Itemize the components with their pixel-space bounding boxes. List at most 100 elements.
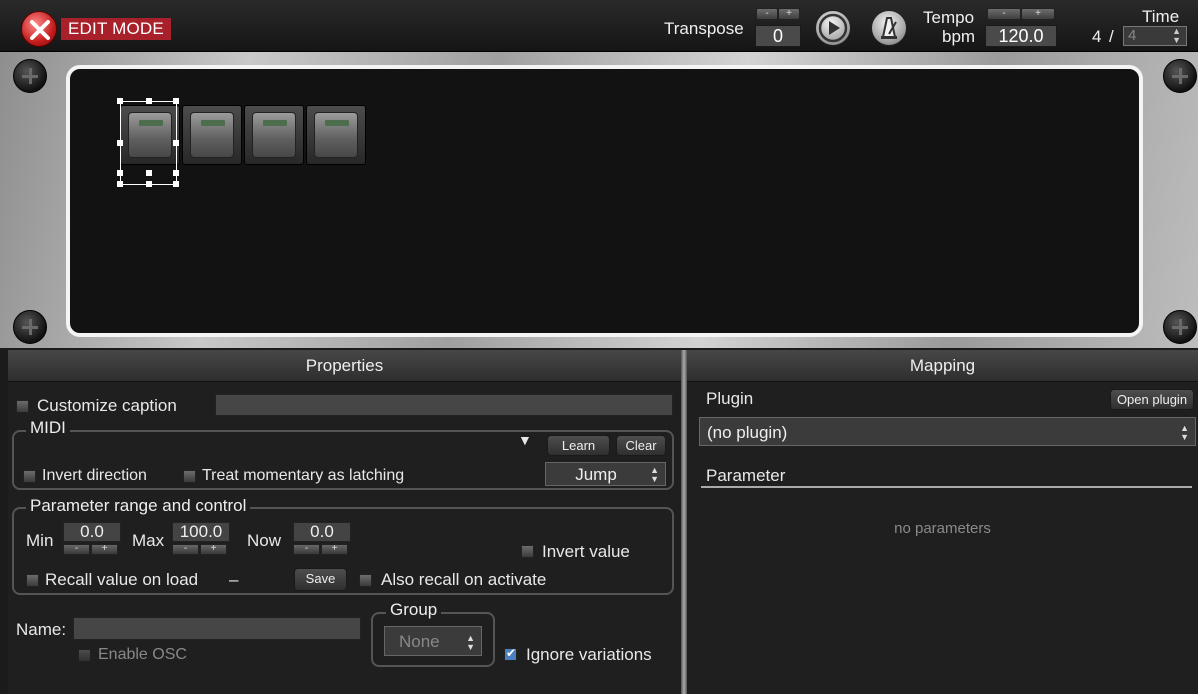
- select-arrows-icon: ▲ ▼: [650, 465, 659, 484]
- play-icon: [818, 13, 848, 43]
- tempo-value[interactable]: 120.0: [985, 25, 1057, 47]
- customize-caption-label: Customize caption: [37, 396, 177, 415]
- screw-icon: [1163, 59, 1197, 93]
- recall-value-dash: –: [229, 570, 239, 589]
- max-value-field[interactable]: 100.0: [172, 522, 230, 542]
- rack-area: [0, 52, 1198, 348]
- group-select[interactable]: None ▲ ▼: [384, 626, 482, 656]
- name-label: Name:: [16, 620, 67, 639]
- tools-icon[interactable]: [21, 11, 57, 47]
- resize-handle[interactable]: [173, 140, 179, 146]
- resize-handle[interactable]: [117, 170, 123, 176]
- invert-value-checkbox[interactable]: [521, 545, 534, 558]
- midi-mode-select[interactable]: Jump ▲ ▼: [545, 462, 666, 486]
- tempo-plus-button[interactable]: +: [1021, 8, 1055, 20]
- mapping-panel: Mapping Plugin Open plugin (no plugin) ▲…: [687, 350, 1198, 694]
- metronome-button[interactable]: [871, 10, 907, 46]
- midi-clear-button[interactable]: Clear: [616, 435, 666, 456]
- screw-icon: [13, 59, 47, 93]
- play-button[interactable]: [815, 10, 851, 46]
- name-input[interactable]: [73, 617, 361, 640]
- also-recall-label: Also recall on activate: [381, 570, 547, 589]
- selection-frame[interactable]: [117, 98, 179, 187]
- time-label: Time: [1142, 7, 1180, 26]
- pad-button-3[interactable]: [244, 105, 304, 165]
- parameter-label: Parameter: [706, 466, 786, 485]
- pad-button-2[interactable]: [182, 105, 242, 165]
- resize-handle[interactable]: [117, 98, 123, 104]
- min-value-field[interactable]: 0.0: [63, 522, 121, 542]
- select-arrows-icon: ▲ ▼: [1172, 26, 1181, 45]
- parameter-underline: [701, 486, 1192, 488]
- invert-direction-label: Invert direction: [42, 467, 147, 484]
- recall-value-label: Recall value on load: [45, 570, 199, 589]
- now-minus-button[interactable]: -: [293, 544, 320, 555]
- resize-handle[interactable]: [146, 170, 152, 176]
- recall-value-checkbox[interactable]: [26, 574, 39, 587]
- ignore-variations-checkbox[interactable]: [504, 646, 517, 661]
- customize-caption-checkbox[interactable]: [16, 400, 29, 413]
- empty-parameters-text: no parameters: [894, 520, 991, 537]
- min-label: Min: [26, 531, 54, 550]
- open-plugin-button[interactable]: Open plugin: [1110, 389, 1194, 410]
- midi-mode-value: Jump: [575, 465, 617, 484]
- parameter-range-title: Parameter range and control: [26, 496, 251, 516]
- resize-handle[interactable]: [117, 140, 123, 146]
- bpm-label: bpm: [942, 27, 976, 46]
- plugin-select[interactable]: (no plugin) ▲ ▼: [699, 417, 1196, 446]
- screw-icon: [13, 310, 47, 344]
- now-plus-button[interactable]: +: [321, 544, 348, 555]
- enable-osc-label: Enable OSC: [98, 646, 187, 663]
- max-label: Max: [132, 531, 165, 550]
- min-minus-button[interactable]: -: [63, 544, 90, 555]
- save-button[interactable]: Save: [294, 568, 347, 591]
- transpose-minus-button[interactable]: -: [756, 8, 778, 20]
- pad-face: [190, 112, 234, 158]
- max-minus-button[interactable]: -: [172, 544, 199, 555]
- tempo-minus-button[interactable]: -: [987, 8, 1021, 20]
- midi-dropdown-triangle-icon[interactable]: ▼: [518, 432, 532, 448]
- enable-osc-checkbox[interactable]: [78, 649, 91, 662]
- time-numerator[interactable]: 4: [1092, 27, 1101, 47]
- midi-group-title: MIDI: [26, 418, 70, 438]
- midi-learn-button[interactable]: Learn: [547, 435, 610, 456]
- pad-led: [325, 120, 349, 126]
- ignore-variations-label: Ignore variations: [526, 645, 652, 664]
- max-plus-button[interactable]: +: [200, 544, 227, 555]
- transpose-label: Transpose: [664, 19, 744, 38]
- pad-led: [201, 120, 225, 126]
- also-recall-checkbox[interactable]: [359, 574, 372, 587]
- time-denominator-select[interactable]: 4 ▲ ▼: [1123, 26, 1187, 46]
- pad-face: [252, 112, 296, 158]
- properties-header: Properties: [8, 350, 681, 382]
- time-slash: /: [1109, 27, 1114, 46]
- resize-handle[interactable]: [146, 181, 152, 187]
- select-arrows-icon: ▲ ▼: [1180, 423, 1189, 442]
- resize-handle[interactable]: [173, 98, 179, 104]
- transpose-value[interactable]: 0: [755, 25, 801, 47]
- invert-direction-checkbox[interactable]: [23, 470, 36, 483]
- resize-handle[interactable]: [173, 170, 179, 176]
- metronome-icon: [881, 17, 897, 39]
- resize-handle[interactable]: [173, 181, 179, 187]
- resize-handle[interactable]: [117, 181, 123, 187]
- caption-input[interactable]: [215, 394, 673, 416]
- select-arrows-icon: ▲ ▼: [466, 633, 475, 652]
- widget-panel[interactable]: [66, 65, 1143, 337]
- screw-icon: [1163, 310, 1197, 344]
- top-toolbar: EDIT MODE Transpose - + 0 Tempo bpm - + …: [0, 0, 1198, 52]
- pad-led: [263, 120, 287, 126]
- pad-button-4[interactable]: [306, 105, 366, 165]
- group-value: None: [399, 632, 440, 651]
- edit-mode-badge[interactable]: EDIT MODE: [61, 18, 171, 40]
- transpose-plus-button[interactable]: +: [778, 8, 800, 20]
- properties-panel: Properties Customize caption MIDI ▼ Lear…: [8, 350, 681, 694]
- now-value-field[interactable]: 0.0: [293, 522, 351, 542]
- pad-face: [314, 112, 358, 158]
- treat-momentary-checkbox[interactable]: [183, 470, 196, 483]
- min-plus-button[interactable]: +: [91, 544, 118, 555]
- time-denominator-value: 4: [1128, 27, 1137, 44]
- resize-handle[interactable]: [146, 98, 152, 104]
- invert-value-label: Invert value: [542, 542, 630, 561]
- now-label: Now: [247, 531, 282, 550]
